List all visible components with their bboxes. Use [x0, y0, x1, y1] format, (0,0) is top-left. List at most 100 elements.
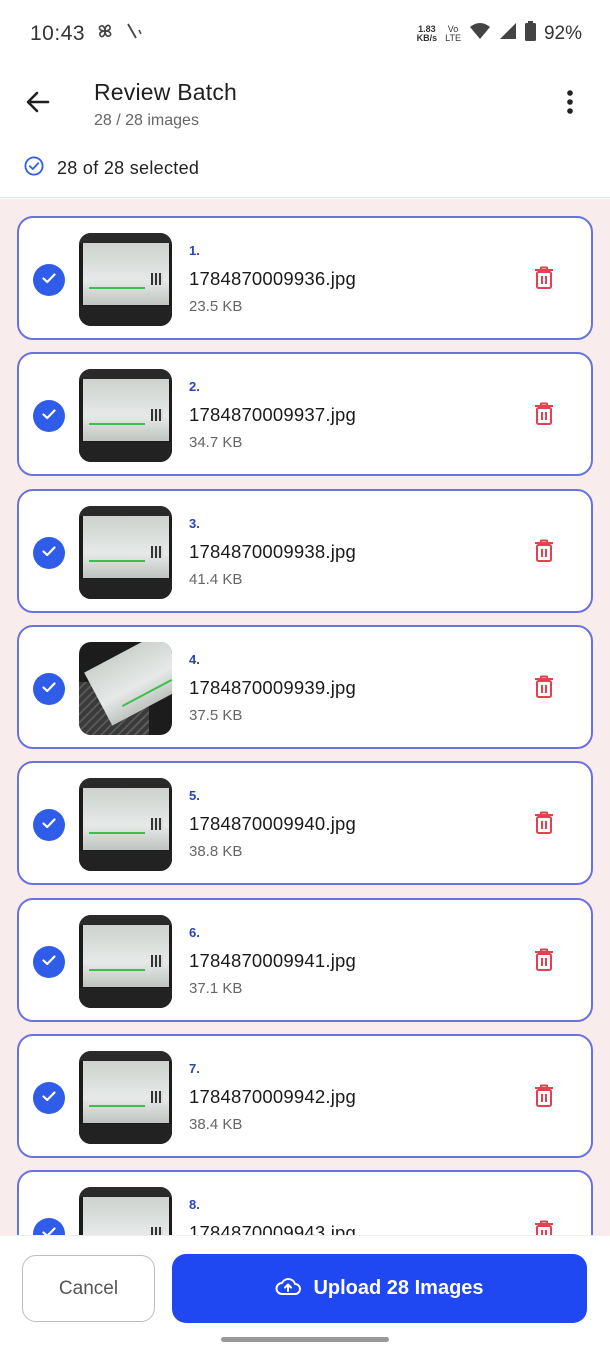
delete-button[interactable]	[529, 400, 559, 432]
image-card[interactable]: 6. 1784870009941.jpg 37.1 KB	[17, 898, 593, 1022]
image-thumbnail	[79, 506, 172, 599]
image-list[interactable]: 1. 1784870009936.jpg 23.5 KB 2. 17848700…	[0, 199, 610, 1235]
image-card[interactable]: 7. 1784870009942.jpg 38.4 KB	[17, 1034, 593, 1158]
bottom-action-bar: Cancel Upload 28 Images	[0, 1235, 610, 1356]
upload-label: Upload 28 Images	[313, 1277, 484, 1299]
status-time: 10:43	[30, 22, 86, 45]
status-left: 10:43	[30, 21, 143, 47]
item-filename: 1784870009936.jpg	[189, 268, 356, 289]
pinwheel-icon	[95, 21, 115, 47]
item-index: 1.	[189, 243, 200, 258]
image-thumbnail	[79, 233, 172, 326]
status-right: 1.83 KB/s Vo LTE 92%	[417, 21, 582, 47]
check-icon	[40, 678, 58, 701]
item-index: 5.	[189, 788, 200, 803]
trash-icon	[534, 1220, 554, 1235]
home-indicator[interactable]	[221, 1337, 389, 1342]
item-filename: 1784870009941.jpg	[189, 950, 356, 971]
cancel-button[interactable]: Cancel	[22, 1255, 155, 1322]
item-size: 37.5 KB	[189, 707, 243, 724]
item-filename: 1784870009943.jpg	[189, 1222, 356, 1235]
wifi-icon	[469, 22, 491, 46]
delete-button[interactable]	[529, 537, 559, 569]
delete-button[interactable]	[529, 673, 559, 705]
trash-icon	[534, 948, 554, 977]
title-block: Review Batch 28 / 28 images	[94, 79, 237, 130]
cloud-upload-icon	[275, 1276, 302, 1302]
status-bar: 10:43 1.83 KB/s Vo LTE 92%	[0, 0, 610, 68]
delete-button[interactable]	[529, 809, 559, 841]
volte-indicator: Vo LTE	[445, 25, 461, 43]
image-thumbnail	[79, 1187, 172, 1235]
signal-slash-icon	[125, 22, 143, 46]
net-speed: 1.83 KB/s	[417, 25, 438, 43]
trash-icon	[534, 539, 554, 568]
image-card[interactable]: 1. 1784870009936.jpg 23.5 KB	[17, 216, 593, 340]
back-button[interactable]	[6, 72, 70, 136]
selection-count: 28 of 28 selected	[57, 158, 200, 178]
page-title: Review Batch	[94, 78, 238, 105]
item-filename: 1784870009937.jpg	[189, 404, 356, 425]
image-card[interactable]: 4. 1784870009939.jpg 37.5 KB	[17, 625, 593, 749]
item-size: 23.5 KB	[189, 298, 243, 315]
image-card[interactable]: 5. 1784870009940.jpg 38.8 KB	[17, 761, 593, 885]
item-index: 4.	[189, 652, 200, 667]
app-bar: Review Batch 28 / 28 images	[0, 68, 610, 140]
item-filename: 1784870009938.jpg	[189, 541, 356, 562]
item-checkbox[interactable]	[33, 946, 65, 978]
image-thumbnail	[79, 915, 172, 1008]
delete-button[interactable]	[529, 1218, 559, 1235]
image-card[interactable]: 2. 1784870009937.jpg 34.7 KB	[17, 352, 593, 476]
selection-row[interactable]: 28 of 28 selected	[0, 140, 610, 198]
image-card[interactable]: 3. 1784870009938.jpg 41.4 KB	[17, 489, 593, 613]
item-index: 8.	[189, 1197, 200, 1212]
arrow-left-icon	[24, 88, 52, 121]
item-checkbox[interactable]	[33, 400, 65, 432]
image-thumbnail	[79, 369, 172, 462]
battery-icon	[524, 21, 536, 47]
item-index: 2.	[189, 379, 200, 394]
item-checkbox[interactable]	[33, 537, 65, 569]
check-icon	[40, 1223, 58, 1235]
image-thumbnail	[79, 778, 172, 871]
page-subtitle: 28 / 28 images	[94, 111, 199, 129]
trash-icon	[534, 675, 554, 704]
more-vert-icon	[566, 89, 574, 120]
delete-button[interactable]	[529, 264, 559, 296]
image-thumbnail	[79, 642, 172, 735]
upload-button[interactable]: Upload 28 Images	[172, 1254, 587, 1323]
item-checkbox[interactable]	[33, 809, 65, 841]
check-icon	[40, 269, 58, 292]
volte-bottom: LTE	[445, 33, 461, 43]
image-card[interactable]: 8. 1784870009943.jpg	[17, 1170, 593, 1235]
item-size: 34.7 KB	[189, 434, 243, 451]
item-filename: 1784870009942.jpg	[189, 1086, 356, 1107]
net-speed-unit: KB/s	[416, 33, 438, 43]
item-size: 37.1 KB	[189, 980, 243, 997]
delete-button[interactable]	[529, 946, 559, 978]
item-checkbox[interactable]	[33, 673, 65, 705]
item-size: 38.4 KB	[189, 1116, 243, 1133]
item-checkbox[interactable]	[33, 264, 65, 296]
item-checkbox[interactable]	[33, 1082, 65, 1114]
check-icon	[40, 542, 58, 565]
battery-percent: 92%	[543, 23, 582, 44]
trash-icon	[534, 1084, 554, 1113]
item-index: 3.	[189, 516, 200, 531]
cell-signal-icon	[499, 22, 517, 46]
trash-icon	[534, 402, 554, 431]
item-filename: 1784870009940.jpg	[189, 813, 356, 834]
item-index: 7.	[189, 1061, 200, 1076]
check-circle-outline-icon[interactable]	[24, 156, 44, 181]
delete-button[interactable]	[529, 1082, 559, 1114]
trash-icon	[534, 811, 554, 840]
item-index: 6.	[189, 925, 200, 940]
check-icon	[40, 951, 58, 974]
item-size: 38.8 KB	[189, 843, 243, 860]
item-size: 41.4 KB	[189, 571, 243, 588]
item-checkbox[interactable]	[33, 1218, 65, 1235]
check-icon	[40, 814, 58, 837]
check-icon	[40, 405, 58, 428]
more-options-button[interactable]	[548, 82, 592, 126]
item-filename: 1784870009939.jpg	[189, 677, 356, 698]
